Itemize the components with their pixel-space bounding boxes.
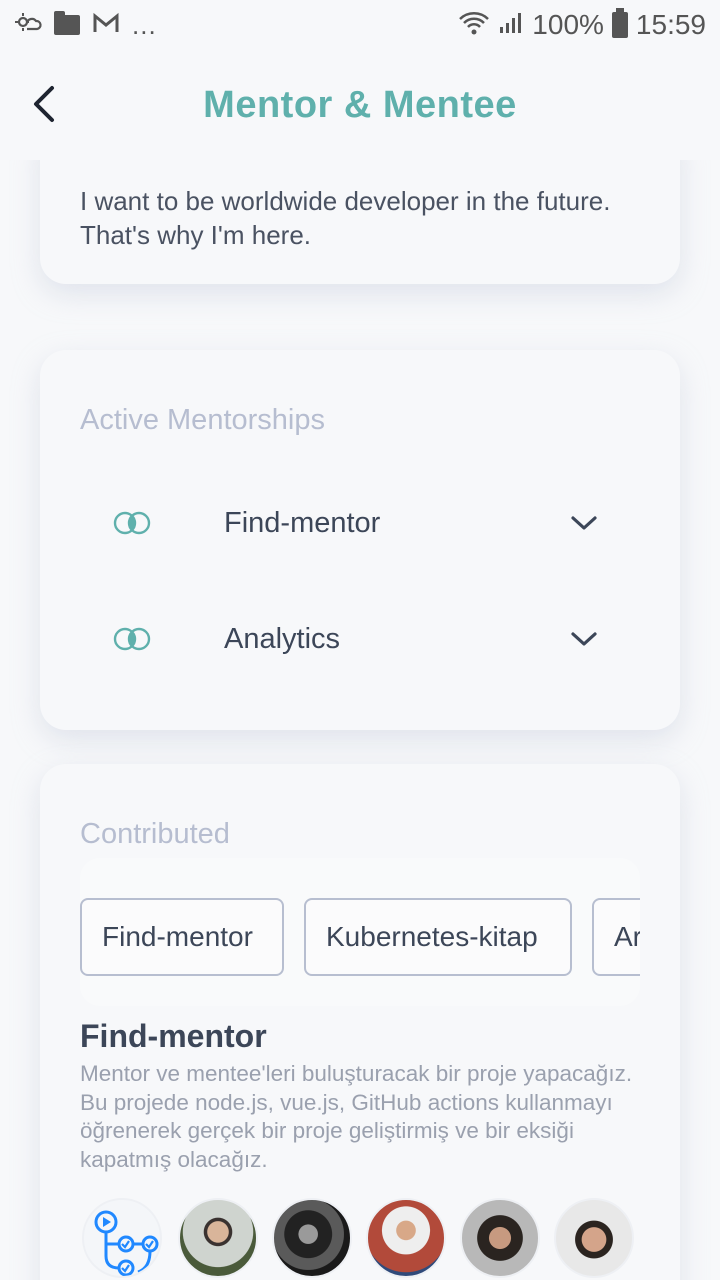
battery-percent: 100% (532, 9, 604, 40)
mentorship-name: Find-mentor (224, 506, 381, 539)
battery-icon (611, 8, 628, 38)
project-title: Find-mentor (80, 1018, 267, 1054)
mentorship-item-analytics[interactable]: Analytics (40, 604, 680, 674)
wifi-icon (458, 10, 490, 41)
project-chip[interactable]: Ar (592, 898, 640, 976)
github-actions-logo[interactable] (82, 1198, 162, 1278)
more-notifications-icon: ... (132, 9, 157, 40)
mentorship-icon (113, 511, 151, 535)
project-chip[interactable]: Kubernetes-kitap (304, 898, 572, 976)
active-mentorships-label: Active Mentorships (80, 404, 325, 436)
contributed-card: Contributed Find-mentor Kubernetes-kitap… (40, 764, 680, 1280)
arrow-left-icon (34, 86, 54, 122)
mentorship-item-find-mentor[interactable]: Find-mentor (40, 488, 680, 558)
contributor-avatar[interactable] (178, 1198, 258, 1278)
project-chips-scroller[interactable]: Find-mentor Kubernetes-kitap Ar (80, 858, 640, 1006)
mentorship-name: Analytics (224, 622, 341, 655)
app-header: Mentor & Mentee (0, 50, 720, 160)
contributed-label: Contributed (80, 818, 230, 850)
active-mentorships-card: Active Mentorships Find-mentor Analytics (40, 350, 680, 730)
chevron-down-icon[interactable] (570, 514, 598, 532)
mentorship-icon (113, 627, 151, 651)
contributor-avatar[interactable] (460, 1198, 540, 1278)
back-button[interactable] (28, 82, 68, 126)
folder-icon (54, 11, 80, 35)
status-bar: ... 100% 15:59 (0, 0, 720, 50)
about-text: I want to be worldwide developer in the … (80, 186, 611, 250)
chevron-down-icon[interactable] (570, 630, 598, 648)
contributor-avatar[interactable] (554, 1198, 634, 1278)
signal-icon (498, 11, 524, 40)
page-title: Mentor & Mentee (203, 83, 517, 126)
contributor-avatar[interactable] (366, 1198, 446, 1278)
weather-icon (14, 12, 42, 39)
project-description: Mentor ve mentee'leri buluşturacak bir p… (80, 1061, 633, 1172)
gmail-icon (92, 12, 120, 39)
project-chip[interactable]: Find-mentor (80, 898, 284, 976)
contributor-avatar[interactable] (272, 1198, 352, 1278)
clock: 15:59 (635, 9, 706, 40)
workflow-icon (94, 1210, 159, 1276)
